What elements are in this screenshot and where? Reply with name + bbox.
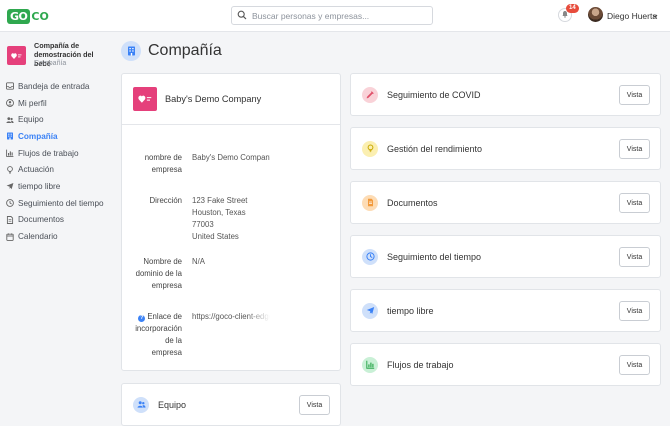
company-icon xyxy=(121,41,141,61)
workflow-icon xyxy=(6,149,14,157)
profile-icon xyxy=(6,99,14,107)
goco-logo[interactable]: GO CO xyxy=(7,8,49,24)
team-icon xyxy=(133,396,149,413)
user-name[interactable]: Diego Huerta xyxy=(607,11,657,21)
documents-card: Documentos Vista xyxy=(350,181,661,224)
company-name-value: Baby's Demo Company xyxy=(192,153,270,162)
sidebar-item-time-off[interactable]: tiempo libre xyxy=(6,178,110,195)
sidebar-item-label: Seguimiento del tiempo xyxy=(18,198,104,208)
domain-value: N/A xyxy=(192,257,205,266)
label-line: empresa xyxy=(151,281,182,290)
plane-icon xyxy=(362,302,378,319)
search-input[interactable] xyxy=(252,10,432,21)
label-line: ? Enlace de xyxy=(126,311,182,323)
team-view-button[interactable]: Vista xyxy=(299,395,330,415)
company-info-header: Baby's Demo Company xyxy=(122,74,340,125)
sidebar-item-company[interactable]: Compañía xyxy=(6,128,110,145)
address-line: United States xyxy=(192,232,239,241)
company-info-name: Baby's Demo Company xyxy=(165,94,262,104)
company-icon xyxy=(6,132,14,140)
document-icon xyxy=(6,215,14,224)
team-icon xyxy=(6,116,14,124)
address-label: Dirección xyxy=(149,196,183,205)
label-line: Nombre de xyxy=(143,257,182,266)
page-title: Compañía xyxy=(148,42,222,59)
performance-view-button[interactable]: Vista xyxy=(619,139,650,159)
label-line: dominio de la xyxy=(135,269,182,278)
company-logo xyxy=(133,87,157,111)
sidebar-item-inbox[interactable]: Bandeja de entrada xyxy=(6,78,110,95)
logo-go-text: GO xyxy=(7,8,31,24)
sidebar-item-time-tracking[interactable]: Seguimiento del tiempo xyxy=(6,195,110,212)
covid-tracking-card: Seguimiento de COVID Vista xyxy=(350,73,661,116)
sidebar: Compañía de demostración del bebé Compañ… xyxy=(0,32,110,426)
address-value: 123 Fake Street Houston, Texas 77003 Uni… xyxy=(192,195,270,243)
label-line: de la xyxy=(165,336,182,345)
company-logo xyxy=(7,46,26,65)
performance-card: Gestión del rendimiento Vista xyxy=(350,127,661,170)
user-avatar[interactable] xyxy=(588,7,603,22)
chevron-down-icon[interactable] xyxy=(652,11,658,18)
help-icon[interactable]: ? xyxy=(138,315,146,322)
company-info-card: Baby's Demo Company nombre de empresa Ba… xyxy=(121,73,341,371)
sidebar-item-label: Flujos de trabajo xyxy=(18,148,79,158)
label-line: empresa xyxy=(151,348,182,357)
sidebar-item-label: Documentos xyxy=(18,215,64,225)
label-text: Enlace de xyxy=(147,312,182,321)
clock-icon xyxy=(6,199,14,208)
syringe-icon xyxy=(362,86,378,103)
workflow-icon xyxy=(362,356,378,373)
sidebar-item-team[interactable]: Equipo xyxy=(6,111,110,128)
sidebar-nav: Bandeja de entrada Mi perfil Equipo Comp… xyxy=(6,78,110,245)
sidebar-item-label: Calendario xyxy=(18,232,58,242)
sidebar-item-calendar[interactable]: Calendario xyxy=(6,228,110,245)
sidebar-item-performance[interactable]: Actuación xyxy=(6,161,110,178)
address-line: 77003 xyxy=(192,220,214,229)
sidebar-company-type: Compañía xyxy=(34,60,67,67)
address-line: 123 Fake Street xyxy=(192,196,248,205)
time-tracking-view-button[interactable]: Vista xyxy=(619,247,650,267)
notification-badge: 14 xyxy=(566,4,579,13)
search-bar[interactable] xyxy=(231,6,433,25)
top-header: GO CO 14 Diego Huerta xyxy=(0,0,670,32)
calendar-icon xyxy=(6,232,14,241)
company-name-label: nombre de empresa xyxy=(126,152,182,176)
sidebar-item-documents[interactable]: Documentos xyxy=(6,212,110,229)
time-off-card: tiempo libre Vista xyxy=(350,289,661,332)
sidebar-item-label: Bandeja de entrada xyxy=(18,81,90,91)
onboarding-link-value[interactable]: https://goco-client-edge xyxy=(192,311,270,323)
sidebar-item-label: Mi perfil xyxy=(18,98,47,108)
inbox-icon xyxy=(6,82,14,90)
clock-icon xyxy=(362,248,378,265)
time-tracking-card: Seguimiento del tiempo Vista xyxy=(350,235,661,278)
workflows-view-button[interactable]: Vista xyxy=(619,355,650,375)
sidebar-item-label: Actuación xyxy=(18,165,54,175)
search-icon xyxy=(237,10,247,22)
onboarding-link-label: ? Enlace de incorporación de la empresa xyxy=(126,311,182,359)
plane-icon xyxy=(6,182,14,190)
workflows-card: Flujos de trabajo Vista xyxy=(350,343,661,386)
sidebar-item-label: Compañía xyxy=(18,131,58,141)
documents-view-button[interactable]: Vista xyxy=(619,193,650,213)
label-line: empresa xyxy=(151,165,182,174)
performance-icon xyxy=(6,165,14,174)
logo-co-text: CO xyxy=(31,9,49,23)
label-line: incorporación xyxy=(135,324,182,333)
document-icon xyxy=(362,194,378,211)
sidebar-item-label: tiempo libre xyxy=(18,181,61,191)
lightbulb-icon xyxy=(362,140,378,157)
sidebar-item-label: Equipo xyxy=(18,115,44,125)
domain-label: Nombre de dominio de la empresa xyxy=(126,256,182,292)
covid-view-button[interactable]: Vista xyxy=(619,85,650,105)
address-line: Houston, Texas xyxy=(192,208,246,217)
label-line: nombre de xyxy=(144,153,182,162)
team-card: Equipo Vista xyxy=(121,383,341,426)
sidebar-item-workflows[interactable]: Flujos de trabajo xyxy=(6,145,110,162)
sidebar-item-profile[interactable]: Mi perfil xyxy=(6,95,110,112)
time-off-view-button[interactable]: Vista xyxy=(619,301,650,321)
